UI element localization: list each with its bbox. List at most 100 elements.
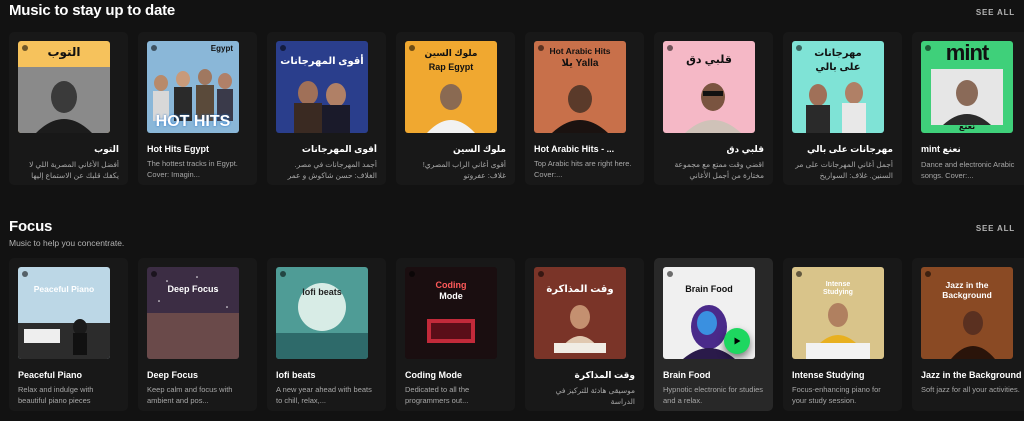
cover-title: Deep Focus: [167, 284, 219, 294]
playlist-cover: وقت المذاكرة: [534, 267, 626, 359]
card-title: Hot Arabic Hits - ...: [534, 144, 615, 154]
card-description: Dance and electronic Arabic songs. Cover…: [921, 160, 1015, 180]
section-title[interactable]: Focus: [9, 218, 52, 235]
cover-title: أقوى المهرجانات: [280, 56, 364, 67]
cover-title: Brain Food: [685, 284, 733, 294]
playlist-cover: Brain Food: [663, 267, 755, 359]
card-row-music: التوب التوب أفضل الأغاني المصرية اللي لا…: [9, 32, 1024, 185]
card-title: Hot Hits Egypt: [147, 144, 209, 154]
playlist-card[interactable]: مهرجانات على بالي مهرجانات على بالي أجمل…: [783, 32, 902, 185]
playlist-cover: مهرجانات على بالي: [792, 41, 884, 133]
playlist-card[interactable]: قلبي دق قلبي دق اقضي وقت ممتع مع مجموعة …: [654, 32, 773, 185]
play-icon: [734, 337, 741, 345]
card-title: Brain Food: [663, 370, 711, 380]
cover-title: Hot Arabic Hits: [549, 46, 611, 56]
playlist-cover: lofi beats: [276, 267, 368, 359]
playlist-card[interactable]: Coding Mode Coding Mode Dedicated to all…: [396, 258, 515, 411]
playlist-card[interactable]: Jazz in the Background Jazz in the Backg…: [912, 258, 1024, 411]
card-title: Deep Focus: [147, 370, 199, 380]
card-description: أجمل أغاني المهرجانات على مر السنين. غلا…: [795, 160, 893, 180]
playlist-cover: Peaceful Piano: [18, 267, 110, 359]
playlist-cover: Intense Studying: [792, 267, 884, 359]
playlist-cover: قلبي دق: [663, 41, 755, 133]
spotify-icon: [409, 271, 415, 277]
playlist-card[interactable]: Intense Studying Intense Studying Focus-…: [783, 258, 902, 411]
playlist-card[interactable]: lofi beats lofi beats A new year ahead w…: [267, 258, 386, 411]
playlist-card[interactable]: Deep Focus Deep Focus Keep calm and focu…: [138, 258, 257, 411]
cover-title: lofi beats: [302, 287, 342, 297]
card-description: Top Arabic hits are right here. Cover:..…: [534, 159, 632, 179]
playlist-cover: التوب: [18, 41, 110, 133]
cover-subtitle: Rap Egypt: [428, 62, 474, 72]
play-button[interactable]: [724, 328, 750, 354]
spotify-icon: [925, 271, 931, 277]
cover-subtitle: Mode: [439, 291, 463, 301]
card-description: A new year ahead with beats to chill, re…: [276, 385, 372, 405]
card-description: موسيقى هادئة للتركيز في الدراسة: [555, 386, 635, 406]
playlist-cover: Coding Mode: [405, 267, 497, 359]
cover-art: [294, 81, 350, 133]
playlist-card[interactable]: Egypt HOT HITS Hot Hits Egypt The hottes…: [138, 32, 257, 185]
playlist-cover: Jazz in the Background: [921, 267, 1013, 359]
card-description: أقوى أغاني الراب المصري! غلاف: عفروتو: [422, 160, 506, 180]
cover-title: ملوك السين: [424, 48, 478, 58]
card-title: ملوك السين: [452, 144, 506, 154]
cover-subtitle: نعنع: [958, 121, 976, 131]
cover-title: Peaceful Piano: [33, 284, 95, 294]
cover-title: التوب: [47, 45, 81, 59]
cover-subtitle: على بالي: [815, 62, 861, 73]
playlist-card[interactable]: Peaceful Piano Peaceful Piano Relax and …: [9, 258, 128, 411]
card-description: The hottest tracks in Egypt. Cover: Imag…: [147, 159, 238, 179]
cover-title: وقت المذاكرة: [546, 284, 614, 295]
cover-title: Coding: [435, 280, 467, 290]
section-header-focus: Focus SEE ALL: [9, 218, 1015, 235]
card-title: قلبي دق: [726, 144, 764, 154]
spotify-icon: [151, 45, 157, 51]
playlist-card[interactable]: mint نعنع mint نعنع Dance and electronic…: [912, 32, 1024, 185]
spotify-icon: [667, 45, 673, 51]
card-title: وقت المذاكرة: [574, 370, 635, 380]
card-title: Coding Mode: [405, 370, 462, 380]
cover-art: [147, 276, 239, 359]
cover-art: [554, 305, 606, 353]
card-description: Relax and indulge with beautiful piano p…: [18, 385, 94, 405]
card-title: Intense Studying: [792, 370, 865, 380]
playlist-card[interactable]: وقت المذاكرة وقت المذاكرة موسيقى هادئة ل…: [525, 258, 644, 411]
playlist-card[interactable]: Hot Arabic Hits يلا Yalla Hot Arabic Hit…: [525, 32, 644, 185]
see-all-link[interactable]: SEE ALL: [976, 8, 1015, 17]
playlist-card[interactable]: التوب التوب أفضل الأغاني المصرية اللي لا…: [9, 32, 128, 185]
card-title: Jazz in the Background: [921, 370, 1022, 380]
playlist-cover: Deep Focus: [147, 267, 239, 359]
spotify-icon: [667, 271, 673, 277]
card-title: التوب: [94, 144, 119, 154]
card-title: mint نعنع: [921, 144, 961, 154]
cover-subtitle: يلا Yalla: [561, 58, 599, 69]
spotify-icon: [280, 271, 286, 277]
spotify-icon: [151, 271, 157, 277]
cover-title: mint: [945, 41, 989, 65]
cover-subtitle: Background: [942, 290, 992, 300]
playlist-cover: mint نعنع: [921, 41, 1013, 133]
card-row-focus: Peaceful Piano Peaceful Piano Relax and …: [9, 258, 1024, 411]
cover-title: Jazz in the: [945, 280, 989, 290]
card-description: أفضل الأغاني المصرية اللي لا يكفك قلبك ع…: [29, 160, 119, 180]
card-description: Hypnotic electronic for studies and a re…: [663, 385, 764, 405]
card-description: Focus-enhancing piano for your study ses…: [792, 385, 881, 405]
playlist-card[interactable]: ملوك السين Rap Egypt ملوك السين أقوى أغا…: [396, 32, 515, 185]
playlist-cover: Egypt HOT HITS: [147, 41, 239, 133]
card-title: Peaceful Piano: [18, 370, 83, 380]
section-subtitle: Music to help you concentrate.: [9, 238, 125, 248]
playlist-cover: Hot Arabic Hits يلا Yalla: [534, 41, 626, 133]
card-title: أقوى المهرجانات: [301, 144, 377, 154]
section-title[interactable]: Music to stay up to date: [9, 2, 175, 19]
card-description: أجمد المهرجانات في مصر. الغلاف: حسن شاكو…: [287, 160, 377, 180]
card-description: Keep calm and focus with ambient and pos…: [147, 385, 233, 405]
playlist-cover: أقوى المهرجانات: [276, 41, 368, 133]
card-title: مهرجانات على بالي: [807, 144, 893, 154]
see-all-link[interactable]: SEE ALL: [976, 224, 1015, 233]
cover-tag: Egypt: [210, 44, 233, 53]
playlist-card[interactable]: أقوى المهرجانات أقوى المهرجانات أجمد الم…: [267, 32, 386, 185]
cover-title: مهرجانات: [814, 48, 862, 59]
cover-title: HOT HITS: [155, 113, 231, 131]
playlist-card[interactable]: Brain Food Brain Food Hypnotic electroni…: [654, 258, 773, 411]
